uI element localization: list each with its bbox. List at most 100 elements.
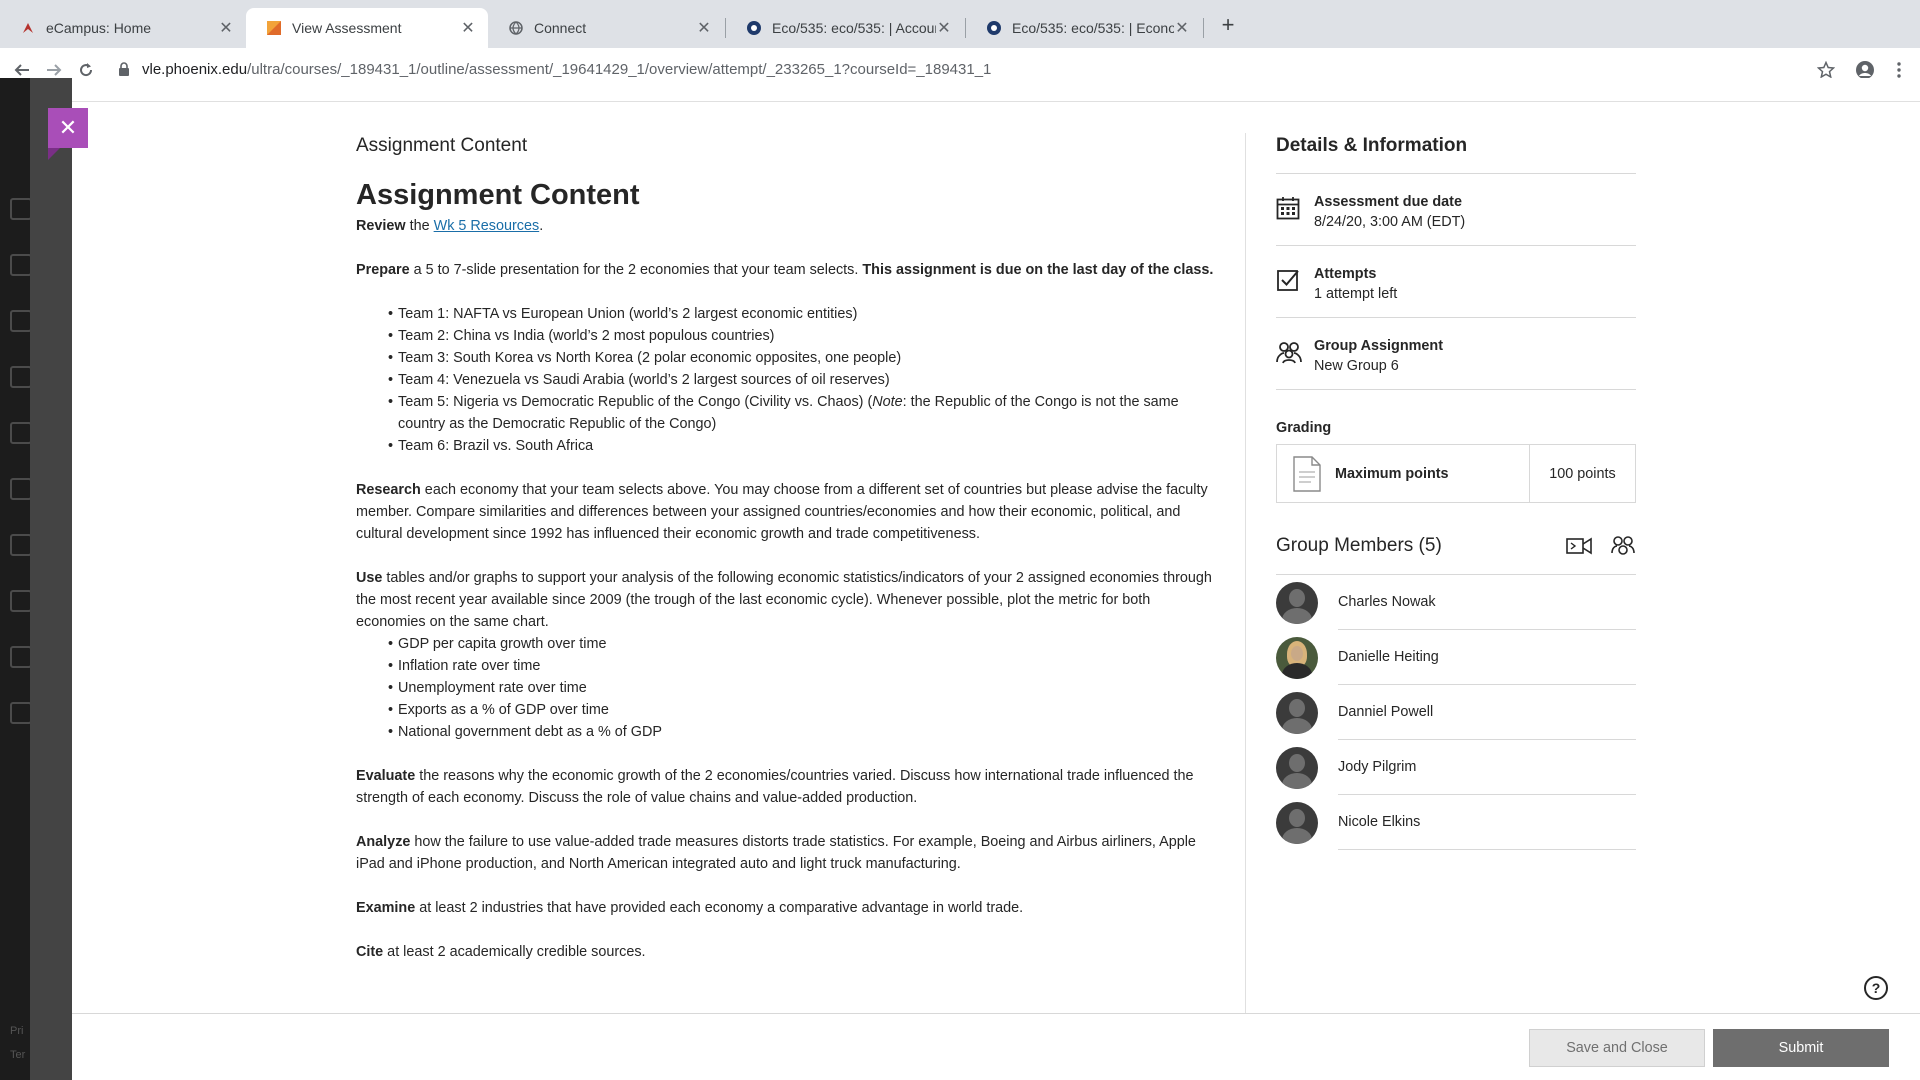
details-sidebar: Details & Information Assessment due dat… — [1276, 133, 1636, 850]
tab-title: Eco/535: eco/535: | Accountin — [772, 20, 936, 36]
due-date-value: 8/24/20, 3:00 AM (EDT) — [1314, 214, 1466, 230]
course-icon — [986, 20, 1002, 36]
examine-paragraph: Examine at least 2 industries that have … — [356, 897, 1216, 919]
list-item: Team 5: Nigeria vs Democratic Republic o… — [388, 391, 1216, 435]
browser-tab-connect[interactable]: Connect ✕ — [488, 8, 724, 48]
wk5-resources-link[interactable]: Wk 5 Resources — [434, 218, 540, 234]
list-item: Team 4: Venezuela vs Saudi Arabia (world… — [388, 369, 1216, 391]
group-assignment-row: Group Assignment New Group 6 — [1276, 318, 1636, 390]
use-text: tables and/or graphs to support your ana… — [356, 570, 1212, 630]
group-member-row[interactable]: Danielle Heiting — [1276, 630, 1636, 685]
member-name: Charles Nowak — [1338, 575, 1636, 630]
list-item: Team 2: China vs India (world’s 2 most p… — [388, 325, 1216, 347]
close-icon[interactable]: ✕ — [218, 18, 234, 38]
member-name: Nicole Elkins — [1338, 795, 1636, 850]
calendar-nav-icon[interactable] — [10, 478, 32, 500]
messages-icon[interactable] — [10, 534, 32, 556]
courses-globe-icon[interactable] — [10, 310, 32, 332]
research-text: each economy that your team selects abov… — [356, 482, 1208, 542]
save-and-close-button[interactable]: Save and Close — [1529, 1029, 1705, 1067]
group-members-heading: Group Members (5) — [1276, 534, 1442, 556]
profile-nav-icon[interactable] — [10, 254, 32, 276]
group-settings-icon[interactable] — [1610, 533, 1636, 559]
analyze-paragraph: Analyze how the failure to use value-add… — [356, 831, 1216, 875]
list-item: GDP per capita growth over time — [388, 633, 1216, 655]
examine-text: at least 2 industries that have provided… — [415, 900, 1024, 916]
member-name: Danielle Heiting — [1338, 630, 1636, 685]
browser-tab-eco-economic[interactable]: Eco/535: eco/535: | Economic ✕ — [966, 8, 1202, 48]
due-date-label: Assessment due date — [1314, 194, 1462, 210]
help-icon[interactable]: ? — [1864, 976, 1888, 1000]
grading-label: Grading — [1276, 420, 1332, 436]
breadcrumb: Assignment Content — [356, 135, 528, 156]
close-icon: ✕ — [58, 115, 78, 140]
groups-icon[interactable] — [10, 422, 32, 444]
checkbox-icon — [1276, 264, 1314, 299]
cite-paragraph: Cite at least 2 academically credible so… — [356, 941, 1216, 963]
cite-text: at least 2 academically credible sources… — [383, 944, 646, 960]
browser-tab-ecampus[interactable]: eCampus: Home ✕ — [0, 8, 246, 48]
group-member-row[interactable]: Jody Pilgrim — [1276, 740, 1636, 795]
indicator-list: GDP per capita growth over time Inflatio… — [356, 633, 1216, 743]
lms-overlay-strip — [30, 78, 72, 1080]
group-assignment-value[interactable]: New Group 6 — [1314, 356, 1443, 376]
close-icon[interactable]: ✕ — [696, 18, 712, 38]
list-item: Unemployment rate over time — [388, 677, 1216, 699]
team5-note: Note — [872, 394, 903, 410]
globe-icon — [508, 20, 524, 36]
browser-tab-view-assessment[interactable]: View Assessment ✕ — [246, 8, 488, 48]
prepare-lead: Prepare — [356, 262, 410, 278]
close-icon[interactable]: ✕ — [460, 18, 476, 38]
grades-icon[interactable] — [10, 590, 32, 612]
research-lead: Research — [356, 482, 421, 498]
close-icon[interactable]: ✕ — [936, 18, 952, 38]
sign-out-icon[interactable] — [10, 702, 32, 724]
due-notice: This assignment is due on the last day o… — [862, 262, 1214, 278]
team-list: Team 1: NAFTA vs European Union (world’s… — [356, 303, 1216, 457]
document-icon — [1293, 455, 1321, 492]
address-bar[interactable]: vle.phoenix.edu/ultra/courses/_189431_1/… — [142, 61, 991, 78]
analyze-lead: Analyze — [356, 834, 411, 850]
phoenix-icon — [20, 20, 36, 36]
prepare-text: a 5 to 7-slide presentation for the 2 ec… — [409, 262, 863, 278]
research-paragraph: Research each economy that your team sel… — [356, 479, 1216, 545]
browser-tab-eco-accounting[interactable]: Eco/535: eco/535: | Accountin ✕ — [726, 8, 964, 48]
browser-tab-strip: eCampus: Home ✕ View Assessment ✕ Connec… — [0, 0, 1920, 48]
group-icon — [1276, 336, 1314, 371]
avatar — [1276, 691, 1318, 734]
attempts-row: Attempts 1 attempt left — [1276, 246, 1636, 318]
evaluate-text: the reasons why the economic growth of t… — [356, 768, 1194, 806]
group-member-row[interactable]: Nicole Elkins — [1276, 795, 1636, 850]
max-points-cell: Maximum points — [1277, 445, 1530, 502]
close-panel-button[interactable]: ✕ — [48, 108, 88, 148]
footer-terms[interactable]: Ter — [10, 1049, 25, 1061]
list-item: Team 3: South Korea vs North Korea (2 po… — [388, 347, 1216, 369]
tab-title: eCampus: Home — [46, 20, 152, 36]
tab-separator — [1203, 18, 1204, 38]
group-member-row[interactable]: Charles Nowak — [1276, 575, 1636, 630]
new-tab-button[interactable]: + — [1214, 12, 1242, 40]
avatar — [1276, 746, 1318, 789]
video-conference-icon[interactable] — [1566, 533, 1592, 559]
footer-privacy[interactable]: Pri — [10, 1025, 23, 1037]
blackboard-icon — [266, 20, 282, 36]
avatar — [1276, 801, 1318, 844]
tools-icon[interactable] — [10, 646, 32, 668]
max-points-value: 100 points — [1549, 465, 1616, 482]
organizations-icon[interactable] — [10, 366, 32, 388]
prepare-paragraph: Prepare a 5 to 7-slide presentation for … — [356, 259, 1216, 281]
evaluate-lead: Evaluate — [356, 768, 416, 784]
review-end: . — [539, 218, 544, 234]
list-item: Exports as a % of GDP over time — [388, 699, 1216, 721]
grading-box: Maximum points 100 points — [1276, 444, 1636, 503]
close-icon[interactable]: ✕ — [1174, 18, 1190, 38]
attempts-value: 1 attempt left — [1314, 286, 1398, 302]
submit-button[interactable]: Submit — [1713, 1029, 1889, 1067]
course-icon — [746, 20, 762, 36]
panel-top-divider — [72, 101, 1920, 102]
use-paragraph: Use tables and/or graphs to support your… — [356, 567, 1216, 633]
group-member-row[interactable]: Danniel Powell — [1276, 685, 1636, 740]
institution-icon[interactable] — [10, 198, 32, 220]
evaluate-paragraph: Evaluate the reasons why the economic gr… — [356, 765, 1216, 809]
content-sidebar-divider — [1245, 133, 1246, 1013]
